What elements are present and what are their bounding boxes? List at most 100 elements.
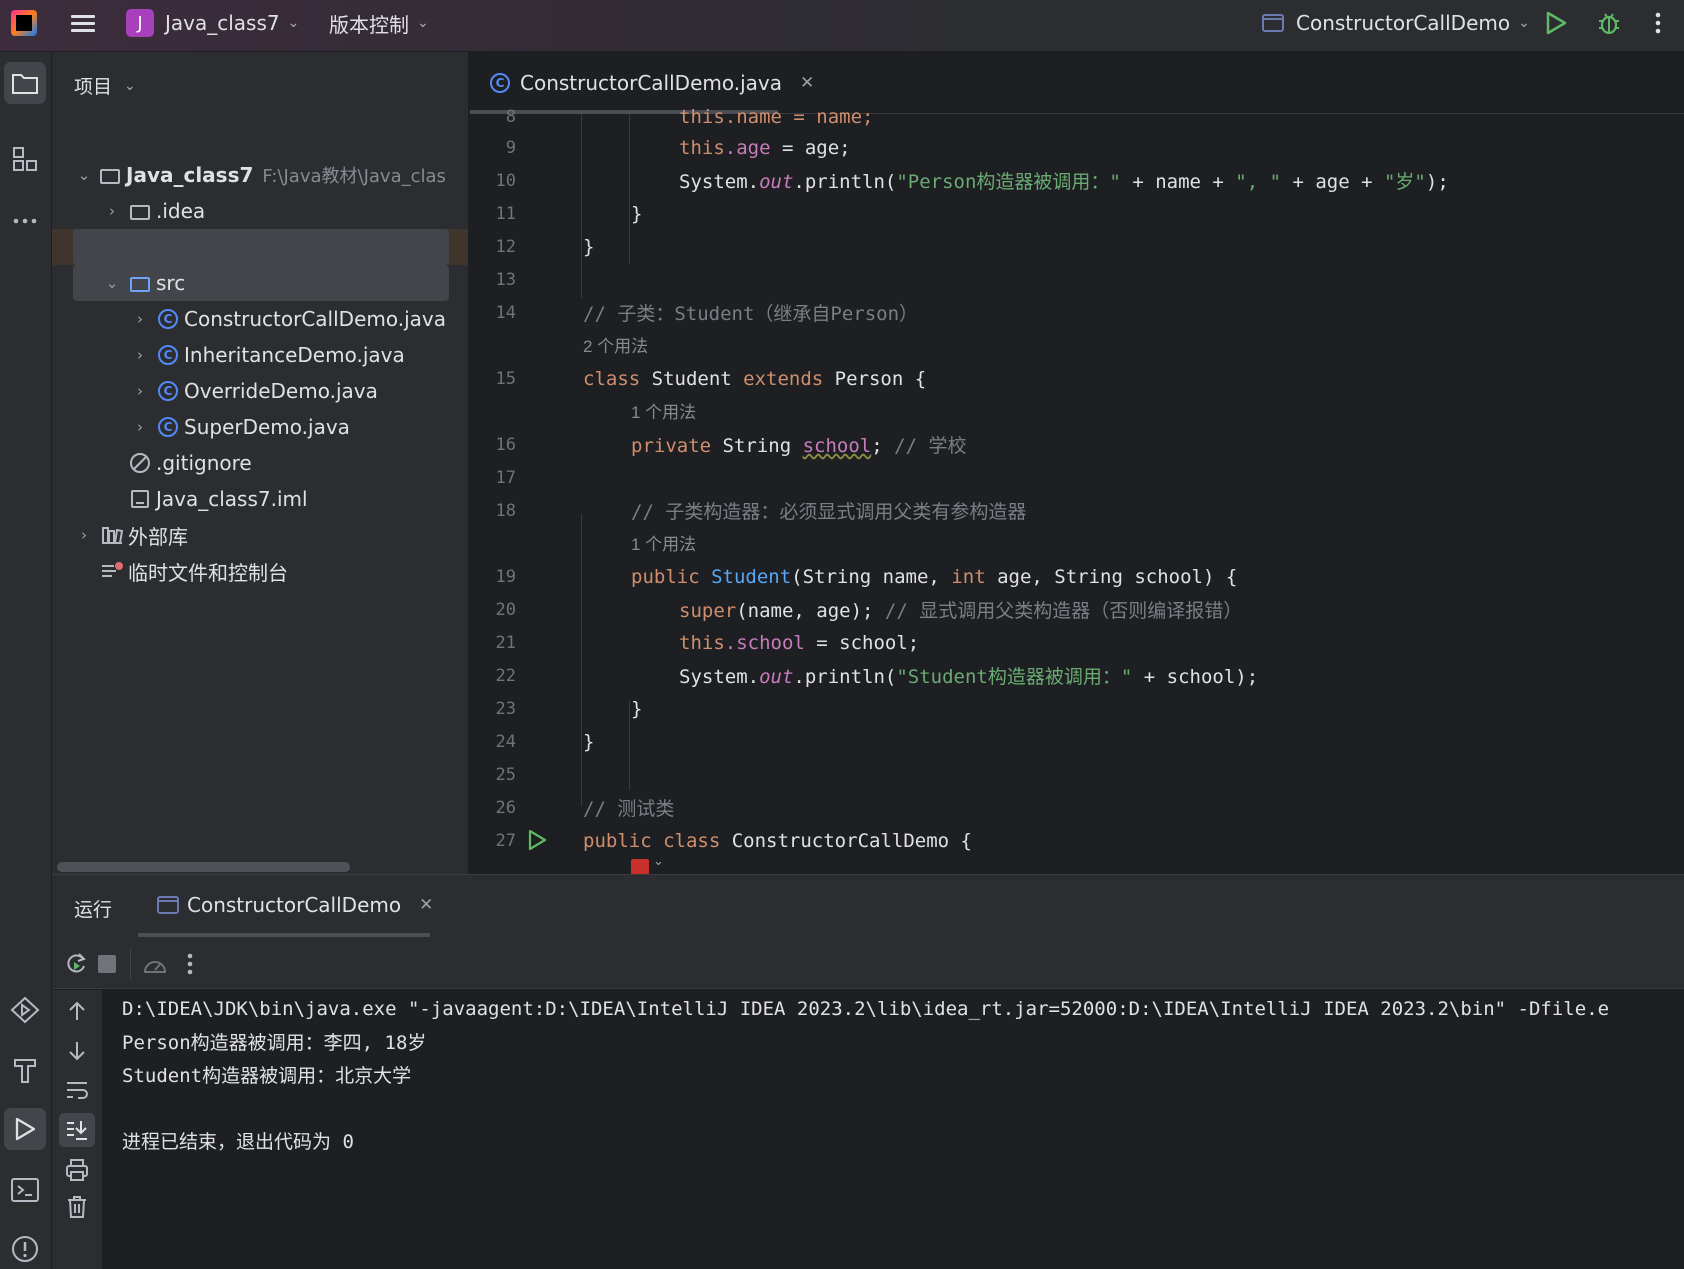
chevron-down-icon: ⌄ <box>287 15 300 31</box>
java-class-icon: C <box>156 415 180 439</box>
structure-tool-button[interactable] <box>4 138 46 180</box>
code-line: 8 this.name = name; <box>505 105 874 128</box>
usage-hint[interactable]: 1 个用法 <box>470 394 1684 427</box>
run-header: 运行 ConstructorCallDemo ✕ <box>52 875 1684 939</box>
app-logo-icon[interactable] <box>11 0 37 46</box>
tab-label: ConstructorCallDemo.java <box>520 71 783 95</box>
code-line: 23} <box>495 697 643 720</box>
project-name: Java_class7 <box>165 11 280 35</box>
code-line: 19 public Student(String name, int age, S… <box>495 565 1238 588</box>
usage-hint[interactable]: 1 个用法 <box>470 526 1684 559</box>
project-panel-header[interactable]: 项目 ⌄ <box>74 72 136 99</box>
tree-item-label: OverrideDemo.java <box>184 379 378 403</box>
code-line: 14// 子类：Student（继承自Person） <box>495 302 919 326</box>
active-tab-indicator <box>138 933 430 937</box>
print-icon[interactable] <box>64 1157 90 1183</box>
code-line: 11} <box>495 202 643 225</box>
tree-item-idea[interactable]: › .idea <box>52 193 468 229</box>
arrow-up-icon[interactable] <box>64 998 90 1024</box>
scratches-icon <box>100 559 124 583</box>
ignored-file-icon <box>128 451 152 475</box>
trash-icon[interactable] <box>64 1194 90 1220</box>
module-file-icon <box>128 487 152 511</box>
library-icon <box>100 523 124 547</box>
tree-item-label: src <box>156 271 186 295</box>
close-icon[interactable]: ✕ <box>800 73 814 93</box>
java-class-icon: C <box>156 379 180 403</box>
java-class-icon: C <box>488 71 512 95</box>
tree-item-file[interactable]: › C SuperDemo.java <box>52 409 468 445</box>
services-tool-button[interactable] <box>4 989 46 1031</box>
code-line: 12} <box>495 235 595 258</box>
tree-item-file[interactable]: Java_class7.iml <box>52 481 468 517</box>
code-line: 15 class Student extends Person { <box>495 367 927 390</box>
tree-item-file[interactable]: .gitignore <box>52 445 468 481</box>
project-switcher[interactable]: J Java_class7 ⌄ <box>126 0 299 46</box>
ai-assistant-icon[interactable] <box>631 859 649 874</box>
more-options-icon[interactable] <box>186 952 194 981</box>
tree-item-file[interactable]: › C InheritanceDemo.java <box>52 337 468 373</box>
console-line: D:\IDEA\JDK\bin\java.exe "-javaagent:D:\… <box>122 997 1610 1020</box>
more-options-icon[interactable] <box>1654 0 1662 46</box>
terminal-tool-button[interactable] <box>4 1169 46 1211</box>
structure-icon <box>13 147 37 171</box>
chevron-right-icon: › <box>137 346 143 364</box>
tree-item-scratches[interactable]: 临时文件和控制台 <box>52 553 468 589</box>
horizontal-scrollbar[interactable] <box>57 862 350 872</box>
code-line: 17 <box>495 467 516 488</box>
tree-item-label: SuperDemo.java <box>184 415 350 439</box>
folder-icon <box>128 199 152 223</box>
chevron-right-icon: › <box>137 418 143 436</box>
vcs-menu[interactable]: 版本控制 ⌄ <box>329 0 429 46</box>
run-gutter-icon[interactable] <box>526 829 548 856</box>
debug-button[interactable] <box>1596 0 1622 46</box>
project-panel-title: 项目 <box>74 76 113 98</box>
source-folder-icon <box>128 271 152 295</box>
close-icon[interactable]: ✕ <box>419 895 433 915</box>
run-config-selector[interactable]: ConstructorCallDemo ⌄ <box>1262 0 1530 46</box>
code-line: 18// 子类构造器：必须显式调用父类有参构造器 <box>495 500 1027 524</box>
java-class-icon: C <box>156 343 180 367</box>
spacer <box>73 229 449 265</box>
problems-tool-button[interactable] <box>4 1228 46 1269</box>
scroll-to-end-icon[interactable] <box>59 1113 95 1147</box>
more-tools-button[interactable] <box>4 200 46 242</box>
tree-item-label: 外部库 <box>128 524 188 549</box>
chevron-down-icon: ⌄ <box>1518 15 1530 31</box>
tree-item-root[interactable]: ⌄ Java_class7 F:\Java教材\Java_clas <box>52 157 468 193</box>
chevron-down-icon: ⌄ <box>77 166 91 184</box>
soft-wrap-icon[interactable] <box>64 1077 90 1103</box>
code-line: 25 <box>495 764 516 785</box>
code-area[interactable]: 8 this.name = name; 9 this.age = age; 10 Sy… <box>470 106 1684 874</box>
chevron-right-icon: › <box>137 310 143 328</box>
tree-item-file[interactable]: › C OverrideDemo.java <box>52 373 468 409</box>
build-tool-button[interactable] <box>4 1049 46 1091</box>
run-config-name: ConstructorCallDemo <box>1296 11 1511 35</box>
arrow-down-icon[interactable] <box>64 1038 90 1064</box>
tree-item-label: 临时文件和控制台 <box>128 560 288 585</box>
code-line: 21 this.school = school; <box>495 631 920 654</box>
run-button[interactable] <box>1545 0 1567 46</box>
code-line: 24} <box>495 730 595 753</box>
chevron-right-icon: › <box>137 382 143 400</box>
usage-hint[interactable]: 2 个用法 <box>470 328 1684 361</box>
run-tool-button[interactable] <box>4 1108 46 1150</box>
chevron-down-icon[interactable]: ⌄ <box>653 854 664 869</box>
run-window-title: 运行 <box>74 899 113 921</box>
tree-item-libraries[interactable]: › 外部库 <box>52 517 468 553</box>
rerun-icon[interactable] <box>64 951 88 980</box>
run-tab[interactable]: ConstructorCallDemo ✕ <box>157 893 433 917</box>
run-tab-label: ConstructorCallDemo <box>187 893 402 917</box>
console-line: Person构造器被调用：李四, 18岁 <box>122 1032 427 1054</box>
tree-item-src[interactable]: ⌄ src <box>73 265 449 301</box>
console-line: 进程已结束，退出代码为 0 <box>122 1131 354 1153</box>
tree-item-label: Java_class7.iml <box>156 487 308 511</box>
project-tool-button[interactable] <box>4 62 46 104</box>
folder-icon <box>12 74 38 94</box>
tree-item-file[interactable]: › C ConstructorCallDemo.java <box>52 301 468 337</box>
stop-icon[interactable] <box>98 955 116 973</box>
tree-item-label: Java_class7 <box>126 163 254 187</box>
profiler-icon[interactable] <box>142 952 168 981</box>
run-toolbar <box>52 939 1684 989</box>
main-menu-icon[interactable] <box>71 0 95 46</box>
